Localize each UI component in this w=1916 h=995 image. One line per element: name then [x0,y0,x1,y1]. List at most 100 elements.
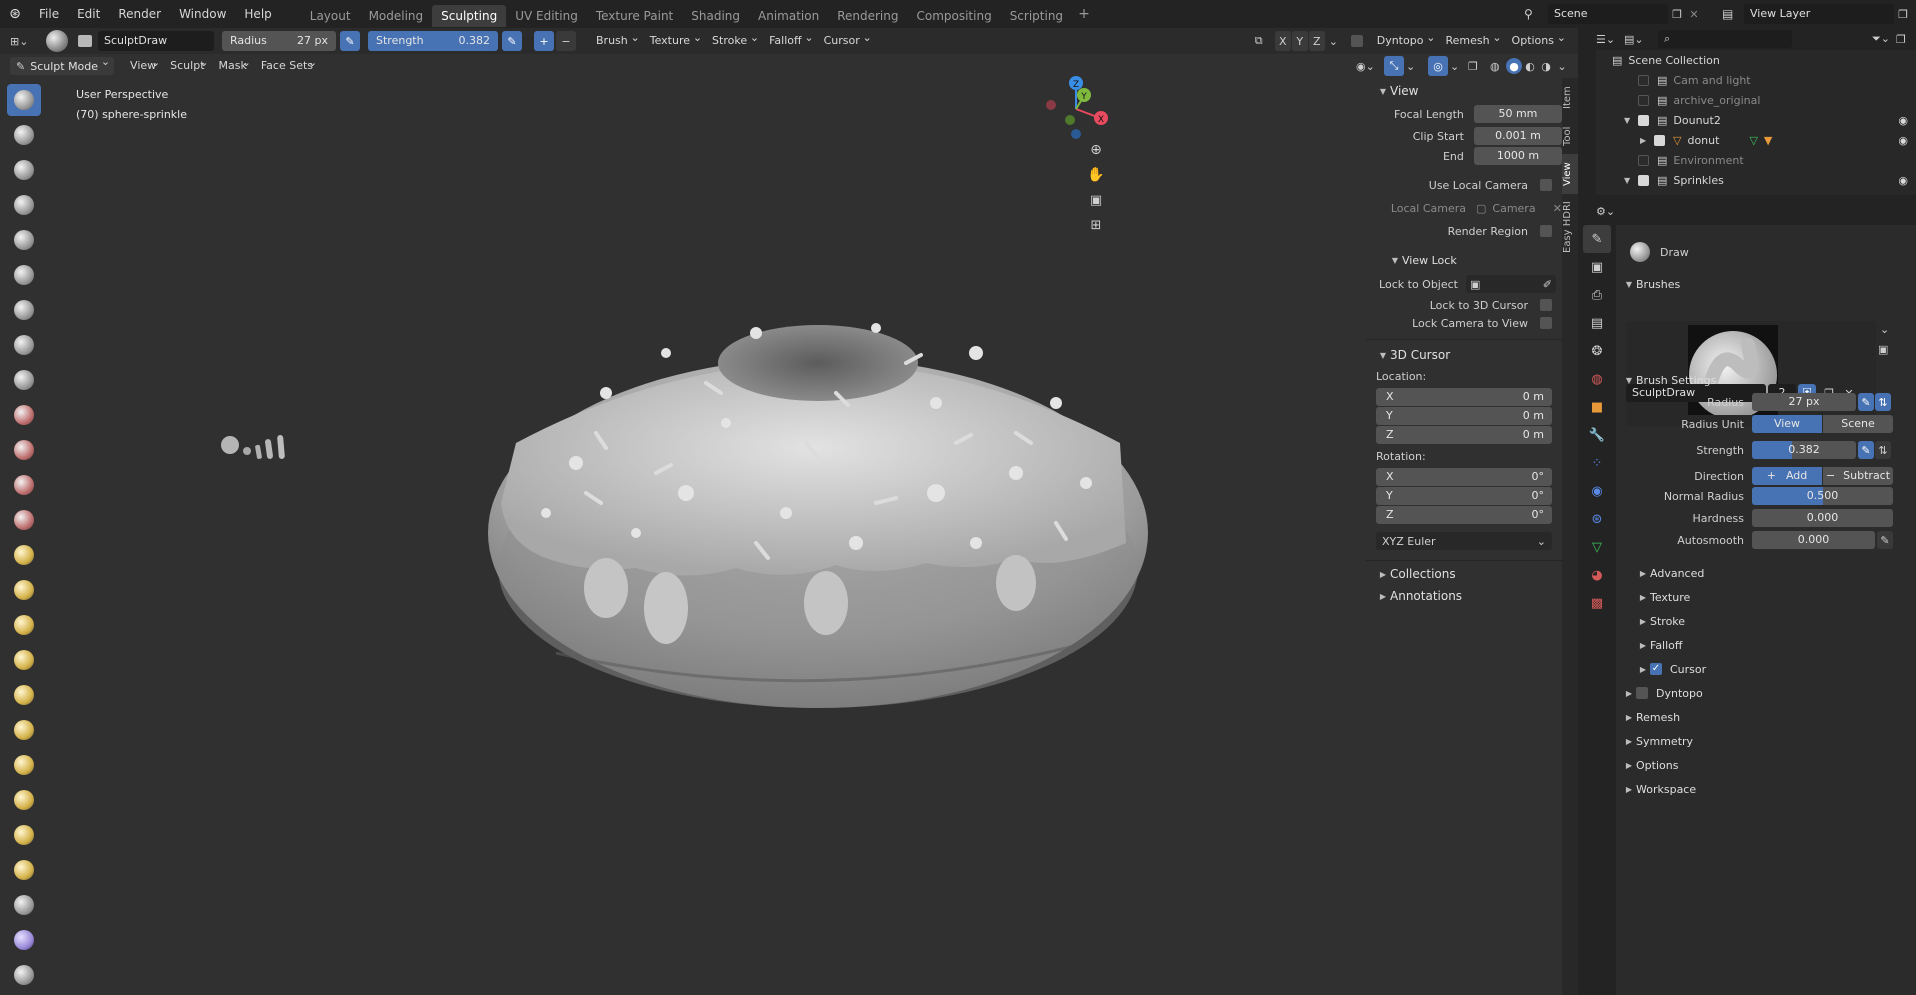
wireframe-shading-icon[interactable]: ◍ [1490,60,1506,73]
tab-easy-hdri[interactable]: Easy HDRI [1562,194,1578,260]
face-sets-menu[interactable]: Face Sets [253,53,319,76]
view-layer-icon[interactable]: ▤ [1722,7,1744,21]
stroke-subsection[interactable]: ▶ Stroke [1636,609,1916,633]
simplify-tool[interactable] [7,959,41,991]
add-direction-icon[interactable]: + [534,31,554,51]
layer-tool[interactable] [7,259,41,291]
outliner-row[interactable]: ▶ ▽ donut ▽ ▼ ◉ [1596,130,1916,150]
clear-camera-icon[interactable]: ✕ [1553,202,1562,215]
radius-unit-scene-button[interactable]: Scene [1823,415,1893,433]
strength-slider[interactable]: Strength 0.382 [368,31,498,51]
location-y-field[interactable]: Y 0 m [1376,407,1552,425]
scene-collection-row[interactable]: ▤ Scene Collection [1596,50,1916,70]
eye-icon[interactable]: ◉ [1898,114,1908,127]
menu-render[interactable]: Render [109,0,170,28]
exclude-checkbox[interactable] [1638,74,1649,86]
add-workspace-icon[interactable]: + [1072,6,1096,22]
display-mode-icon[interactable]: ▤⌄ [1624,33,1652,46]
inflate-tool[interactable] [7,294,41,326]
expand-triangle-icon[interactable]: ▼ [1624,176,1638,185]
tab-layout[interactable]: Layout [301,5,360,27]
expand-triangle-icon[interactable]: ▼ [1624,116,1638,125]
outliner-row[interactable]: ▤ archive_original [1596,90,1916,110]
texture-subsection[interactable]: ▶ Texture [1636,585,1916,609]
eye-icon[interactable]: ◉ [1898,174,1908,187]
multiplane-scrape-tool[interactable] [7,539,41,571]
outliner-row[interactable]: ▤ Environment [1596,150,1916,170]
scene-icon[interactable]: ⚲ [1524,7,1548,21]
blob-tool[interactable] [7,329,41,361]
delete-scene-icon[interactable]: ✕ [1686,8,1702,21]
tab-sculpting[interactable]: Sculpting [432,4,507,27]
scene-tab-icon[interactable]: ❂ [1583,337,1611,365]
draw-sharp-tool[interactable] [7,119,41,151]
clay-tool[interactable] [7,154,41,186]
particles-tab-icon[interactable]: ⁘ [1583,449,1611,477]
camera-view-icon[interactable]: ▣ [1086,190,1106,210]
radius-pressure-icon[interactable]: ✎ [1858,393,1874,411]
view-menu[interactable]: View [122,53,162,76]
shading-dropdown-icon[interactable]: ⌄ [1554,60,1570,73]
object-tab-icon[interactable]: ■ [1583,393,1611,421]
falloff-subsection[interactable]: ▶ Falloff [1636,633,1916,657]
new-scene-icon[interactable]: ❐ [1668,8,1686,21]
focal-length-field[interactable]: 50 mm [1473,105,1562,123]
autosmooth-slider[interactable]: 0.000 [1752,531,1875,549]
menu-file[interactable]: File [30,0,68,28]
tab-view[interactable]: View [1562,154,1578,194]
exclude-checkbox[interactable] [1638,154,1649,166]
symmetry-dropdown-icon[interactable]: ⌄ [1329,35,1345,48]
scrape-tool[interactable] [7,504,41,536]
view-layer-field[interactable]: View Layer [1744,4,1894,24]
view-lock-section-header[interactable]: ▼ View Lock [1366,249,1562,271]
options-section[interactable]: ▶ Options [1622,753,1916,777]
mode-selector[interactable]: ✎ Sculpt Mode ⌄ [10,55,115,75]
cursor-subsection[interactable]: ▶ ✓ Cursor [1636,657,1916,681]
modifier-icon[interactable]: ▼ [1764,134,1772,147]
radius-field[interactable]: 27 px [1752,393,1856,411]
cursor-section-header[interactable]: ▼ 3D Cursor [1366,344,1562,366]
visibility-icon[interactable]: ◉⌄ [1356,60,1382,73]
autosmooth-pressure-icon[interactable]: ✎ [1877,531,1893,549]
subtract-direction-icon[interactable]: − [556,31,576,51]
rendered-shading-icon[interactable]: ◑ [1538,60,1554,73]
outliner-search-input[interactable]: ⌕ [1658,30,1792,48]
fill-tool[interactable] [7,469,41,501]
xray-icon[interactable]: ❐ [1468,60,1490,73]
properties-editor-type-icon[interactable]: ⚙⌄ [1596,205,1624,218]
cursor-menu[interactable]: Cursor [816,28,874,51]
rotation-z-field[interactable]: Z 0° [1376,506,1552,524]
normal-radius-slider[interactable]: 0.500 [1752,487,1893,505]
hardness-slider[interactable]: 0.000 [1752,509,1893,527]
solid-shading-icon[interactable]: ● [1506,58,1522,74]
flatten-tool[interactable] [7,434,41,466]
crease-tool[interactable] [7,364,41,396]
tab-texture-paint[interactable]: Texture Paint [587,5,682,27]
delete-view-layer-icon[interactable]: ✕ [1912,8,1916,21]
remesh-menu[interactable]: Remesh [1437,28,1503,51]
material-shading-icon[interactable]: ◐ [1522,60,1538,73]
clip-end-field[interactable]: 1000 m [1473,147,1562,165]
dyntopo-checkbox[interactable] [1636,687,1648,699]
nudge-tool[interactable] [7,784,41,816]
modifier-tab-icon[interactable]: 🔧 [1583,421,1611,449]
strength-slider[interactable]: 0.382 [1752,441,1856,459]
dyntopo-menu[interactable]: Dyntopo [1369,28,1438,51]
brush-preview-icon[interactable] [46,30,68,52]
blender-logo-icon[interactable]: ⊛ [0,6,30,22]
new-view-layer-icon[interactable]: ❐ [1894,8,1912,21]
lock-camera-checkbox[interactable] [1540,317,1552,329]
outliner-row[interactable]: ▤ Cam and light [1596,70,1916,90]
new-collection-icon[interactable]: ❐ [1896,33,1916,46]
pan-hand-icon[interactable]: ✋ [1086,165,1106,185]
annotations-section-header[interactable]: ▶ Annotations [1366,585,1562,607]
options-menu[interactable]: Options [1504,28,1568,51]
remesh-section[interactable]: ▶ Remesh [1622,705,1916,729]
radius-pressure-icon[interactable]: ✎ [340,31,360,51]
menu-window[interactable]: Window [170,0,235,28]
overlay-dropdown-icon[interactable]: ⌄ [1450,60,1464,73]
expand-triangle-icon[interactable]: ▶ [1640,136,1654,145]
use-local-camera-checkbox[interactable] [1540,179,1552,191]
tab-item[interactable]: Item [1562,78,1578,118]
exclude-checkbox[interactable] [1638,174,1649,186]
